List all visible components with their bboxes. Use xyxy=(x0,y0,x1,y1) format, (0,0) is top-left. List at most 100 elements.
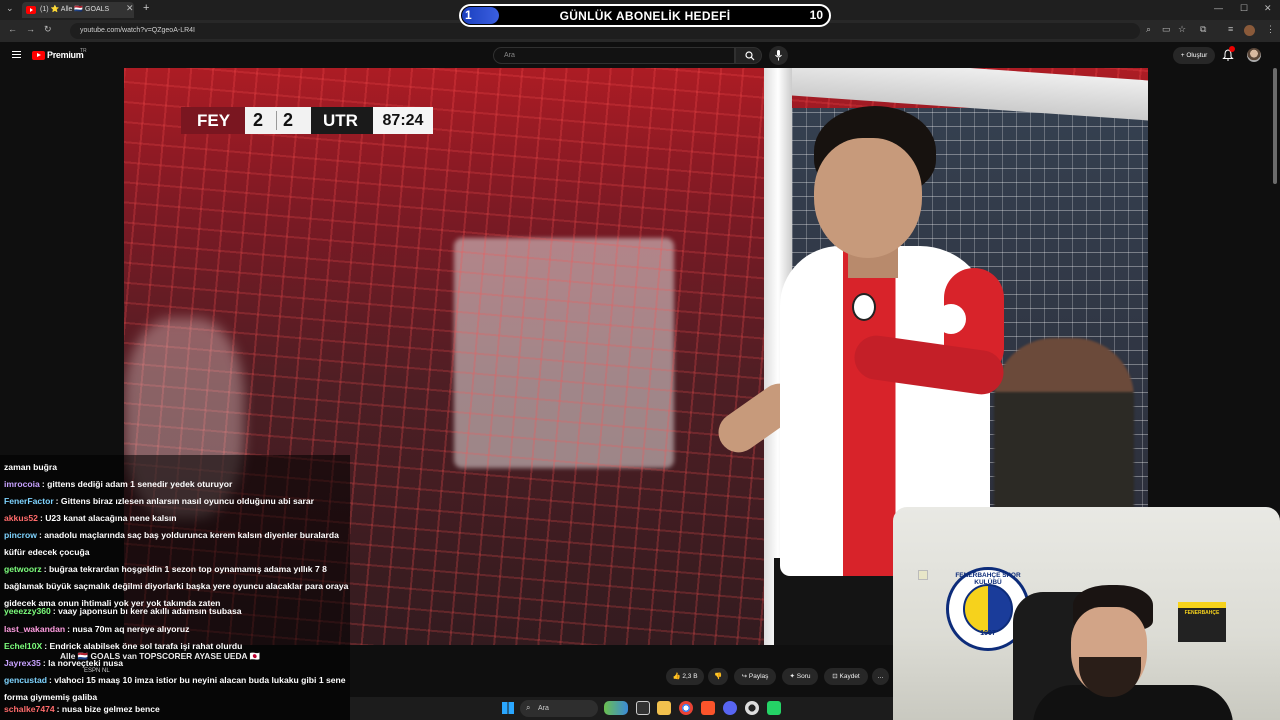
ask-label: Soru xyxy=(796,673,811,680)
chat-username[interactable]: pincrow xyxy=(4,530,37,540)
notification-badge xyxy=(1229,46,1235,52)
create-button[interactable]: + Oluştur xyxy=(1173,47,1215,64)
chat-username[interactable]: akkus52 xyxy=(4,513,38,523)
ask-button[interactable]: ✦ Soru xyxy=(782,668,818,685)
account-avatar[interactable] xyxy=(1247,48,1261,62)
voice-search-button[interactable] xyxy=(769,46,788,65)
taskbar-search[interactable]: Ara xyxy=(520,700,598,717)
chrome-icon[interactable] xyxy=(679,701,693,715)
reload-icon[interactable]: ↻ xyxy=(44,24,52,35)
page-scrollbar[interactable] xyxy=(1273,68,1277,184)
close-tab-icon[interactable]: ✕ xyxy=(126,3,134,14)
chat-text: zaman buğra xyxy=(4,462,58,472)
chat-text: nusa 70m aq nereye alıyoruz xyxy=(72,624,190,634)
chat-username[interactable]: Jayrex35 xyxy=(4,658,41,668)
widgets-icon[interactable] xyxy=(604,701,628,715)
chat-text: Gittens biraz ızlesen anlarsın nasıl oyu… xyxy=(60,496,315,506)
browser-tab[interactable]: (1) ⭐ Alle 🇳🇱 GOALS xyxy=(22,2,134,18)
back-icon[interactable]: ← xyxy=(8,24,17,34)
chat-username[interactable]: last_wakandan xyxy=(4,624,65,634)
profile-icon[interactable] xyxy=(1244,25,1255,36)
chat-text: buğraa tekrardan hoşgeldin 1 sezon top o… xyxy=(4,564,349,608)
share-label: Paylaş xyxy=(748,673,769,680)
youtube-logo-icon[interactable] xyxy=(32,51,45,60)
chat-message: last_wakandan: nusa 70m aq nereye alıyor… xyxy=(4,621,350,638)
region-code: TR xyxy=(80,48,87,54)
tab-title: (1) ⭐ Alle 🇳🇱 GOALS xyxy=(40,6,110,13)
goal-target: 10 xyxy=(809,8,823,22)
chat-username[interactable]: imrocoia xyxy=(4,479,40,489)
discord-icon[interactable] xyxy=(723,701,737,715)
extensions-icon[interactable]: ⧉ xyxy=(1200,24,1206,35)
streamer-body xyxy=(1033,685,1233,720)
thumbs-up-icon: 👍 xyxy=(672,673,681,680)
bookmark-star-icon[interactable]: ☆ xyxy=(1178,24,1186,35)
chat-message: zaman buğra xyxy=(4,459,350,476)
menu-hamburger-icon[interactable] xyxy=(12,51,21,58)
tab-search-icon[interactable]: ≡ xyxy=(1228,24,1233,34)
url-text: youtube.com/watch?v=QZgeoA-LR4I xyxy=(80,27,195,34)
chat-username[interactable]: gencustad xyxy=(4,675,47,685)
like-button[interactable]: 👍 2,3 B xyxy=(666,668,704,685)
sleeve-badge-icon xyxy=(936,304,966,334)
taskbar-search-label: Ara xyxy=(538,705,549,712)
score-box: 2 2 xyxy=(245,107,311,134)
channel-name: ESPN NL xyxy=(84,668,110,674)
tab-list-icon[interactable]: ⌄ xyxy=(6,3,14,14)
chat-message: yeeezzy360: vaay japonsun bı kere akıllı… xyxy=(4,603,350,620)
chat-username[interactable]: FenerFactor xyxy=(4,496,54,506)
search-button[interactable] xyxy=(735,47,762,64)
task-view-icon[interactable] xyxy=(636,701,650,715)
score-divider xyxy=(276,111,277,130)
cast-icon[interactable]: ▭ xyxy=(1162,24,1171,35)
youtube-favicon-icon xyxy=(26,6,36,14)
chat-message: schalke7474: nusa bize gelmez bence xyxy=(4,701,350,718)
thumbs-down-icon: 👎 xyxy=(713,673,723,680)
subscriber-goal-bar: 1 GÜNLÜK ABONELİK HEDEFİ 10 xyxy=(459,4,831,27)
chat-text: vaay japonsun bı kere akıllı adamsın tsu… xyxy=(58,606,242,616)
create-label: Oluştur xyxy=(1186,52,1208,59)
youtube-brand[interactable]: Premium xyxy=(47,50,84,60)
live-chat-overlay: zaman buğra imrocoia: gittens dediği adam… xyxy=(0,455,350,720)
file-explorer-icon[interactable] xyxy=(657,701,671,715)
home-team: FEY xyxy=(181,107,245,134)
maximize-icon[interactable]: ☐ xyxy=(1240,3,1248,14)
share-button[interactable]: ↪ Paylaş xyxy=(734,668,776,685)
wall-switch xyxy=(918,570,928,580)
zoom-icon[interactable]: ⌕ xyxy=(1146,24,1151,35)
youtube-header: Premium TR Ara + Oluştur xyxy=(0,42,1280,68)
brave-icon[interactable] xyxy=(701,701,715,715)
save-button[interactable]: ⊡ Kaydet xyxy=(824,668,868,685)
menu-icon[interactable]: ⋮ xyxy=(1266,24,1275,35)
search-input[interactable]: Ara xyxy=(493,47,735,64)
more-actions-button[interactable]: … xyxy=(872,668,889,685)
video-title-ticker: Alle 🇳🇱 GOALS van TOPSCORER AYASE UEDA 🇯… xyxy=(60,651,261,661)
chat-message: imrocoia: gittens dediği adam 1 senedir … xyxy=(4,476,350,493)
chat-message: akkus52: U23 kanat alacağına nene kalsın xyxy=(4,510,350,527)
minimize-icon[interactable]: — xyxy=(1214,3,1223,13)
dislike-button[interactable]: 👎 xyxy=(708,668,728,685)
club-crest-icon xyxy=(852,293,876,321)
whatsapp-icon[interactable] xyxy=(767,701,781,715)
new-tab-button[interactable]: + xyxy=(143,2,149,14)
windows-start-icon[interactable] xyxy=(502,702,514,714)
chat-text: U23 kanat alacağına nene kalsın xyxy=(45,513,177,523)
chat-text: vlahoci 15 maaş 10 imza istior bu neyini… xyxy=(4,675,346,702)
save-icon: ⊡ xyxy=(832,673,838,680)
chat-username[interactable]: schalke7474 xyxy=(4,704,55,714)
close-window-icon[interactable]: ✕ xyxy=(1264,3,1272,14)
chat-text: Endrick alabilsek öne sol tarafa işi rah… xyxy=(49,641,243,651)
chat-username[interactable]: getwoorz xyxy=(4,564,42,574)
home-score: 2 xyxy=(253,110,264,130)
chat-username[interactable]: Echel10X xyxy=(4,641,42,651)
chat-message: pincrow: anadolu maçlarında saç baş yold… xyxy=(4,527,350,561)
search-icon xyxy=(745,51,755,61)
forward-icon[interactable]: → xyxy=(26,24,35,34)
chat-username[interactable]: yeeezzy360 xyxy=(4,606,51,616)
taskbar-search-icon: ⌕ xyxy=(526,703,531,712)
away-score: 2 xyxy=(283,110,294,130)
obs-icon[interactable] xyxy=(745,701,759,715)
player-face xyxy=(814,138,922,258)
match-scoreboard: FEY 2 2 UTR 87:24 xyxy=(181,107,433,134)
share-icon: ↪ xyxy=(741,673,748,680)
